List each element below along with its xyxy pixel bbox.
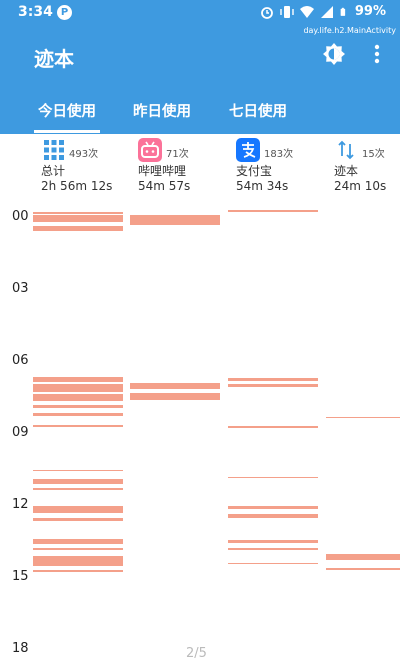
usage-session-bar [228,476,318,478]
status-bar: 3:34 P 99% [0,0,400,26]
status-time: 3:34 [18,4,53,20]
status-icons: 99% [260,4,386,19]
tab-yesterday[interactable]: 昨日使用 [133,100,191,121]
column-duration: 54m 57s [138,179,191,193]
column-count: 493次 [69,149,99,160]
column-count: 71次 [166,149,189,160]
tab-bar: 今日使用 昨日使用 七日使用 [0,92,400,134]
usage-session-bar [33,517,123,522]
usage-session-bar [228,514,318,518]
active-tab-indicator [34,130,100,133]
notification-p-icon: P [57,5,72,20]
column-duration: 54m 34s [236,179,289,193]
column-duration: 24m 10s [334,179,387,193]
app-title: 迹本 [34,47,74,71]
column-app-name: 总计 [41,164,66,178]
bilibili-icon [138,138,162,162]
usage-session-bar [228,210,318,213]
column-duration: 2h 56m 12s [41,179,113,193]
signal-icon [320,5,333,18]
usage-session-bar [33,570,123,572]
usage-session-bar [228,384,318,387]
alipay-icon [236,138,260,162]
column-app-name: 迹本 [334,164,359,178]
usage-session-bar [228,563,318,565]
page-indicator: 2/5 [186,646,207,661]
battery-icon [340,7,346,16]
wifi-icon [299,5,314,18]
usage-session-bar [33,413,123,416]
hour-label: 18 [12,641,29,656]
usage-session-bar [33,547,123,550]
hour-label: 00 [12,209,29,224]
usage-session-bar [33,404,123,409]
usage-session-bar [130,392,220,400]
usage-session-bar [33,394,123,402]
alarm-icon [260,6,273,19]
grid-icon [44,140,64,160]
usage-session-bar [33,377,123,382]
usage-session-bar [326,416,400,418]
hour-label: 06 [12,353,29,368]
more-options-icon[interactable] [369,43,385,65]
column-app-name: 哔哩哔哩 [138,164,187,178]
usage-session-bar [33,556,123,566]
hour-label: 12 [12,497,29,512]
usage-session-bar [33,226,123,231]
usage-session-bar [33,211,123,214]
column-count: 15次 [362,149,385,160]
usage-session-bar [326,568,400,570]
tab-seven-days[interactable]: 七日使用 [229,100,287,121]
usage-session-bar [33,479,123,484]
brightness-icon[interactable] [322,42,346,66]
usage-session-bar [228,540,318,543]
usage-session-bar [228,426,318,428]
usage-session-bar [130,215,220,225]
usage-session-bar [33,469,123,471]
column-count: 183次 [264,149,294,160]
usage-session-bar [326,553,400,560]
hour-label: 03 [12,281,29,296]
usage-session-bar [33,425,123,427]
usage-session-bar [228,378,318,381]
usage-session-bar [33,487,123,490]
app-bar: 3:34 P 99% day.life.h2.MainActivity 迹本 今… [0,0,400,134]
activity-label: day.life.h2.MainActivity [303,26,396,35]
sort-icon [338,140,354,160]
usage-session-bar [130,383,220,390]
usage-session-bar [228,505,318,510]
usage-session-bar [33,539,123,544]
hour-label: 09 [12,425,29,440]
usage-session-bar [33,215,123,223]
usage-session-bar [33,505,123,513]
usage-session-bar [33,384,123,392]
usage-session-bar [228,547,318,550]
tab-today[interactable]: 今日使用 [38,100,96,121]
battery-level: 99% [354,4,386,19]
column-app-name: 支付宝 [236,164,273,178]
vibrate-icon [280,5,294,18]
hour-label: 15 [12,569,29,584]
